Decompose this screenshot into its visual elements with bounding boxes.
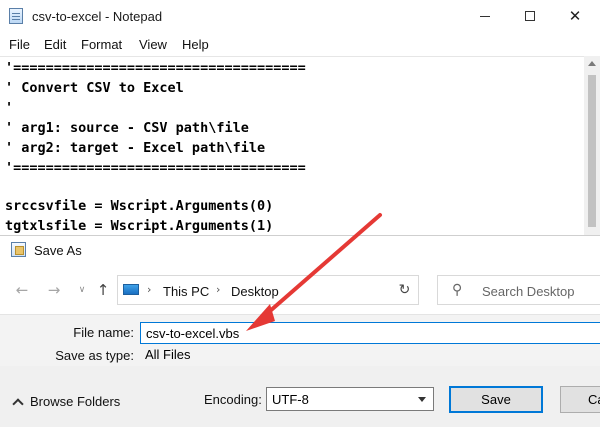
file-name-label: File name: — [73, 325, 134, 340]
back-arrow-icon[interactable]: ← — [12, 280, 32, 300]
chevron-down-icon — [418, 397, 426, 402]
save-as-type-select[interactable]: All Files — [140, 345, 600, 365]
code-line: srccsvfile = Wscript.Arguments(0) — [5, 198, 274, 214]
menu-help[interactable]: Help — [182, 37, 209, 52]
menu-file[interactable]: File — [9, 37, 30, 52]
breadcrumb-separator-icon[interactable]: › — [216, 283, 220, 296]
encoding-label: Encoding: — [204, 392, 262, 407]
maximize-icon — [525, 11, 535, 21]
chevron-up-icon — [12, 398, 24, 410]
code-line: ' arg2: target - Excel path\file — [5, 140, 266, 156]
scrollbar-thumb[interactable] — [588, 75, 596, 227]
browse-folders-label: Browse Folders — [30, 394, 121, 409]
save-as-type-label: Save as type: — [55, 348, 134, 363]
search-icon: ⚲ — [452, 282, 463, 298]
notepad-titlebar[interactable]: csv-to-excel - Notepad ✕ — [0, 0, 600, 32]
save-button[interactable]: Save — [449, 386, 543, 413]
navigation-bar: ← → ∨ ↑ › This PC › Desktop ↻ ⚲ Search D… — [0, 272, 600, 306]
dialog-footer: Browse Folders Encoding: UTF-8 Save Ca — [0, 366, 600, 427]
refresh-icon: ↻ — [398, 282, 411, 298]
code-line: '==================================== — [5, 60, 306, 76]
vertical-scrollbar[interactable] — [584, 56, 600, 235]
breadcrumb-separator-icon[interactable]: › — [147, 283, 151, 296]
code-line: ' Convert CSV to Excel — [5, 80, 184, 96]
maximize-button[interactable] — [507, 0, 553, 32]
dialog-title: Save As — [34, 243, 82, 258]
menu-edit[interactable]: Edit — [44, 37, 66, 52]
text-editor[interactable]: '==================================== ' … — [0, 56, 584, 235]
up-arrow-icon[interactable]: ↑ — [93, 280, 113, 300]
search-box[interactable]: ⚲ Search Desktop — [437, 275, 600, 305]
breadcrumb-desktop[interactable]: Desktop — [231, 284, 279, 299]
encoding-select[interactable]: UTF-8 — [266, 387, 434, 411]
recent-locations-icon[interactable]: ∨ — [72, 280, 92, 300]
notepad-window: csv-to-excel - Notepad ✕ File Edit Forma… — [0, 0, 600, 235]
file-form: File name: csv-to-excel.vbs Save as type… — [0, 314, 600, 366]
close-button[interactable]: ✕ — [552, 0, 598, 32]
scroll-up-icon[interactable] — [588, 61, 596, 66]
code-line: ' — [5, 100, 14, 116]
browse-folders-toggle[interactable]: Browse Folders — [12, 394, 121, 410]
menu-format[interactable]: Format — [81, 37, 122, 52]
close-icon: ✕ — [568, 6, 582, 25]
code-line: '==================================== — [5, 160, 306, 176]
dialog-titlebar[interactable]: Save As — [0, 236, 600, 264]
encoding-value: UTF-8 — [272, 392, 309, 407]
code-line: tgtxlsfile = Wscript.Arguments(1) — [5, 218, 274, 234]
save-as-dialog: Save As ← → ∨ ↑ › This PC › Desktop ↻ ⚲ … — [0, 235, 600, 427]
minimize-icon — [480, 15, 490, 17]
forward-arrow-icon[interactable]: → — [44, 280, 64, 300]
menu-view[interactable]: View — [139, 37, 167, 52]
search-placeholder: Search Desktop — [482, 284, 575, 299]
refresh-button[interactable]: ↻ — [391, 275, 419, 305]
this-pc-icon — [123, 284, 139, 295]
notepad-title: csv-to-excel - Notepad — [32, 9, 163, 24]
cancel-button[interactable]: Ca — [560, 386, 600, 413]
notepad-icon — [9, 8, 23, 24]
menu-bar: File Edit Format View Help — [0, 33, 600, 55]
breadcrumb-this-pc[interactable]: This PC — [163, 284, 209, 299]
save-as-icon — [11, 242, 26, 257]
minimize-button[interactable] — [462, 0, 508, 32]
address-bar[interactable]: › This PC › Desktop — [117, 275, 488, 305]
code-line: ' arg1: source - CSV path\file — [5, 120, 249, 136]
file-name-input[interactable]: csv-to-excel.vbs — [140, 322, 600, 344]
